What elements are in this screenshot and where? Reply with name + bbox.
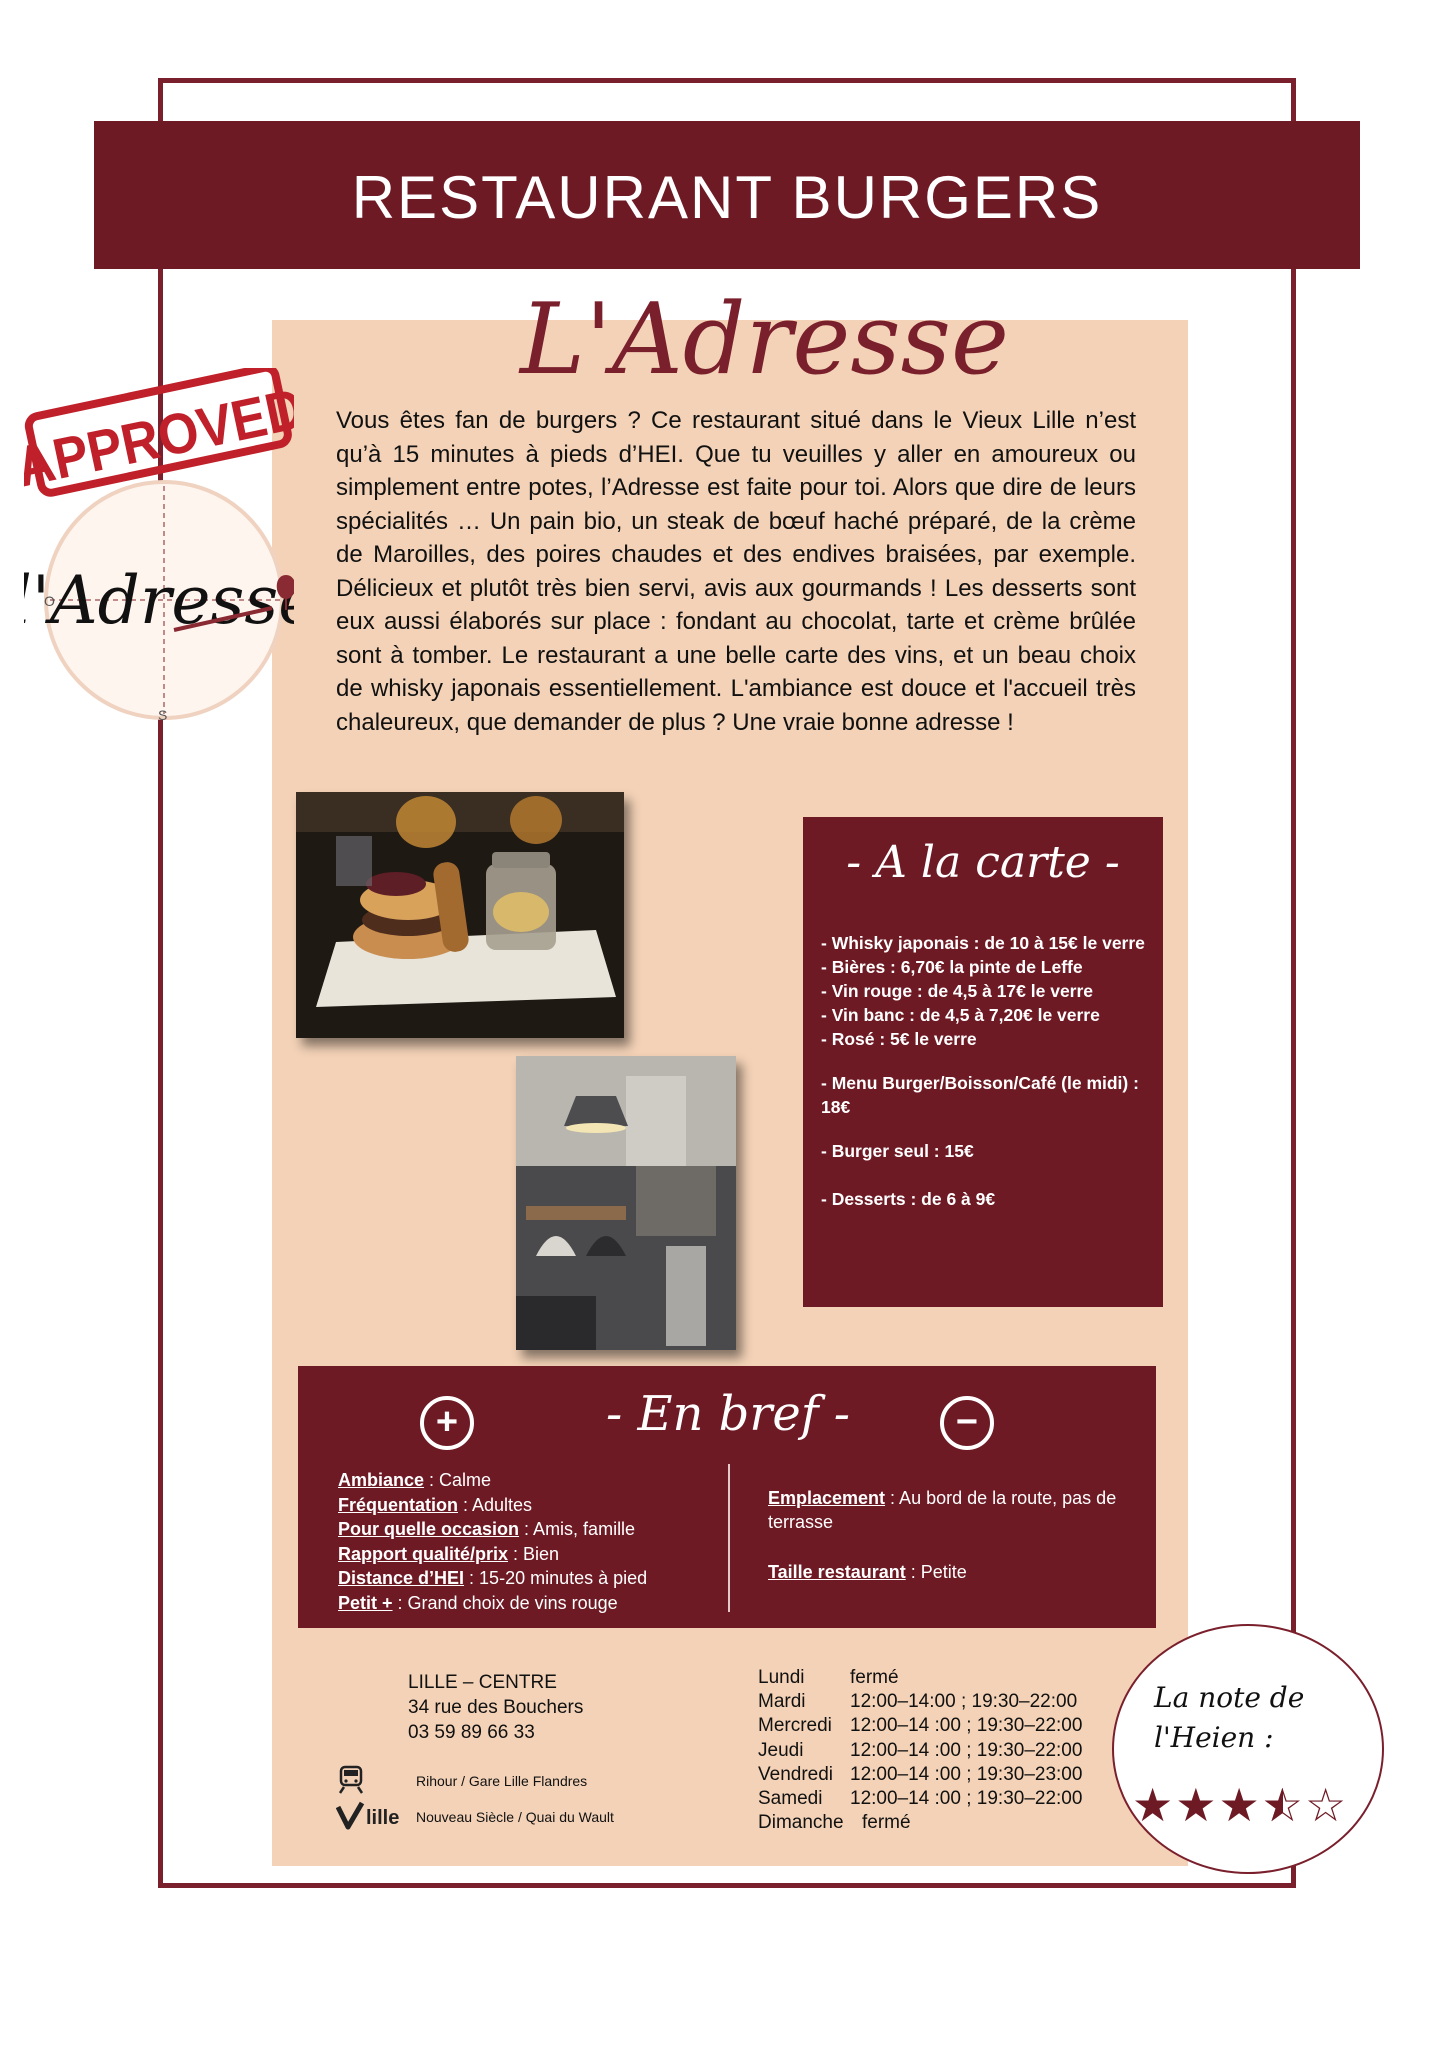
plus-icon: + (420, 1396, 474, 1450)
vlille-stations: Nouveau Siècle / Quai du Wault (416, 1809, 614, 1825)
logo-text: l'Adresse (24, 562, 294, 639)
rating-label: La note de l'Heien : (1154, 1681, 1305, 1754)
menu-item: - Vin rouge : de 4,5 à 17€ le verre (821, 981, 1094, 1001)
restaurant-name: L'Adresse (520, 283, 1009, 397)
cons-list: Emplacement : Au bord de la route, pas d… (768, 1486, 1148, 1584)
menu-item: - Bières : 6,70€ la pinte de Leffe (821, 957, 1083, 977)
burger-photo (296, 792, 624, 1038)
pro-item: Distance d’HEI : 15-20 minutes à pied (338, 1568, 648, 1588)
con-item: Emplacement : Au bord de la route, pas d… (768, 1488, 1117, 1532)
menu-item: - Desserts : de 6 à 9€ (821, 1189, 996, 1209)
pro-item: Ambiance : Calme (338, 1470, 492, 1490)
vlille-logo-text: lille (366, 1807, 400, 1829)
address-phone: 03 59 89 66 33 (408, 1722, 535, 1743)
star-half-icon: ☆★ (1261, 1779, 1305, 1831)
vlille-row: lille Nouveau Siècle / Quai du Wault (336, 1801, 636, 1837)
metro-icon (338, 1765, 364, 1794)
header-banner: RESTAURANT BURGERS (94, 121, 1360, 269)
star-full-icon: ★ (1132, 1779, 1176, 1831)
rating-stars: ★★★☆★☆ (1132, 1778, 1348, 1832)
menu-card: - A la carte - - Whisky japonais : de 10… (803, 817, 1163, 1307)
menu-item: - Whisky japonais : de 10 à 15€ le verre (821, 933, 1145, 953)
con-item: Taille restaurant : Petite (768, 1562, 967, 1582)
star-full-icon: ★ (1175, 1779, 1219, 1831)
summary-box: + - En bref - − Ambiance : Calme Fréquen… (298, 1366, 1156, 1628)
interior-photo (516, 1056, 736, 1350)
metro-row: Rihour / Gare Lille Flandres (336, 1765, 636, 1801)
menu-item: - Vin banc : de 4,5 à 7,20€ le verre (821, 1005, 1100, 1025)
minus-icon: − (940, 1396, 994, 1450)
pro-item: Petit + : Grand choix de vins rouge (338, 1592, 618, 1613)
pro-item: Pour quelle occasion : Amis, famille (338, 1519, 636, 1539)
metro-stations: Rihour / Gare Lille Flandres (416, 1773, 588, 1789)
address-street: 34 rue des Bouchers (408, 1697, 584, 1718)
star-empty-icon: ☆ (1305, 1779, 1349, 1831)
pro-item: Fréquentation : Adultes (338, 1494, 533, 1515)
approved-stamp-logo: O S APPROVED l'Adresse (24, 368, 294, 723)
star-full-icon: ★ (1218, 1779, 1262, 1831)
pros-list: Ambiance : Calme Fréquentation : Adultes… (338, 1468, 708, 1615)
compass-south: S (158, 707, 167, 723)
bike-share-icon (336, 1801, 365, 1830)
address-area: LILLE – CENTRE (408, 1672, 557, 1693)
menu-item: - Rosé : 5€ le verre (821, 1029, 977, 1049)
summary-divider (728, 1464, 730, 1612)
pro-item: Rapport qualité/prix : Bien (338, 1543, 560, 1564)
rating-badge: La note de l'Heien : ★★★☆★☆ (1112, 1624, 1384, 1874)
menu-item: - Menu Burger/Boisson/Café (le midi) : 1… (821, 1073, 1139, 1117)
address-block: LILLE – CENTRE 34 rue des Bouchers 03 59… (408, 1670, 583, 1745)
menu-item: - Burger seul : 15€ (821, 1141, 974, 1161)
intro-paragraph: Vous êtes fan de burgers ? Ce restaurant… (336, 407, 1136, 736)
page-title: RESTAURANT BURGERS (351, 164, 1103, 231)
summary-title: - En bref - (605, 1386, 850, 1442)
menu-list: - Whisky japonais : de 10 à 15€ le verre… (821, 931, 1151, 1211)
menu-card-title: - A la carte - (846, 837, 1120, 888)
